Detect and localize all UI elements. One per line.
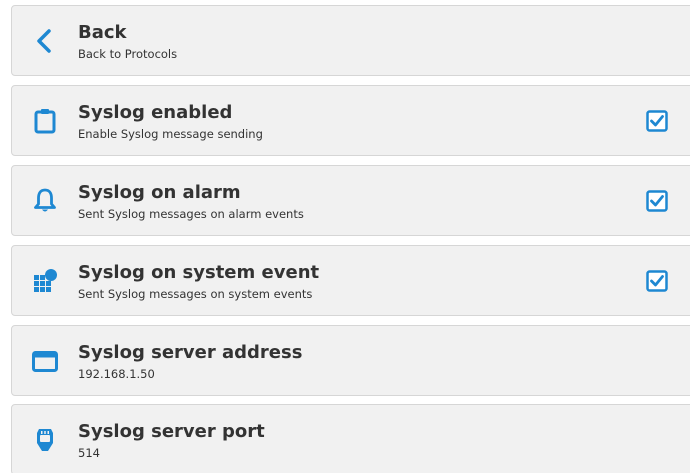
window-icon xyxy=(31,347,59,375)
syslog-on-alarm-row[interactable]: Syslog on alarm Sent Syslog messages on … xyxy=(11,165,690,236)
syslog-server-address-row[interactable]: Syslog server address 192.168.1.50 xyxy=(11,325,690,396)
syslog-on-system-event-title: Syslog on system event xyxy=(78,262,320,283)
syslog-enabled-title: Syslog enabled xyxy=(78,102,233,123)
back-title: Back xyxy=(78,22,127,43)
syslog-server-port-row[interactable]: Syslog server port 514 xyxy=(11,404,690,473)
syslog-settings-list: Back Back to Protocols Syslog enabled En… xyxy=(0,0,690,473)
syslog-on-system-event-checkbox[interactable] xyxy=(646,269,668,292)
syslog-on-system-event-row[interactable]: Syslog on system event Sent Syslog messa… xyxy=(11,245,690,316)
syslog-server-port-title: Syslog server port xyxy=(78,421,265,442)
grid-event-icon xyxy=(31,267,59,295)
syslog-server-port-value: 514 xyxy=(78,446,100,460)
syslog-server-address-value: 192.168.1.50 xyxy=(78,367,155,381)
syslog-on-alarm-checkbox[interactable] xyxy=(646,189,668,212)
syslog-on-alarm-title: Syslog on alarm xyxy=(78,182,241,203)
chevron-left-icon xyxy=(31,27,59,55)
syslog-enabled-subtitle: Enable Syslog message sending xyxy=(78,127,263,141)
back-row[interactable]: Back Back to Protocols xyxy=(11,5,690,76)
syslog-server-address-title: Syslog server address xyxy=(78,342,303,363)
syslog-on-system-event-subtitle: Sent Syslog messages on system events xyxy=(78,287,313,301)
syslog-enabled-checkbox[interactable] xyxy=(646,109,668,132)
ethernet-port-icon xyxy=(31,426,59,454)
back-subtitle: Back to Protocols xyxy=(78,47,178,61)
clipboard-icon xyxy=(31,107,59,135)
syslog-on-alarm-subtitle: Sent Syslog messages on alarm events xyxy=(78,207,304,221)
syslog-enabled-row[interactable]: Syslog enabled Enable Syslog message sen… xyxy=(11,85,690,156)
bell-icon xyxy=(31,187,59,215)
